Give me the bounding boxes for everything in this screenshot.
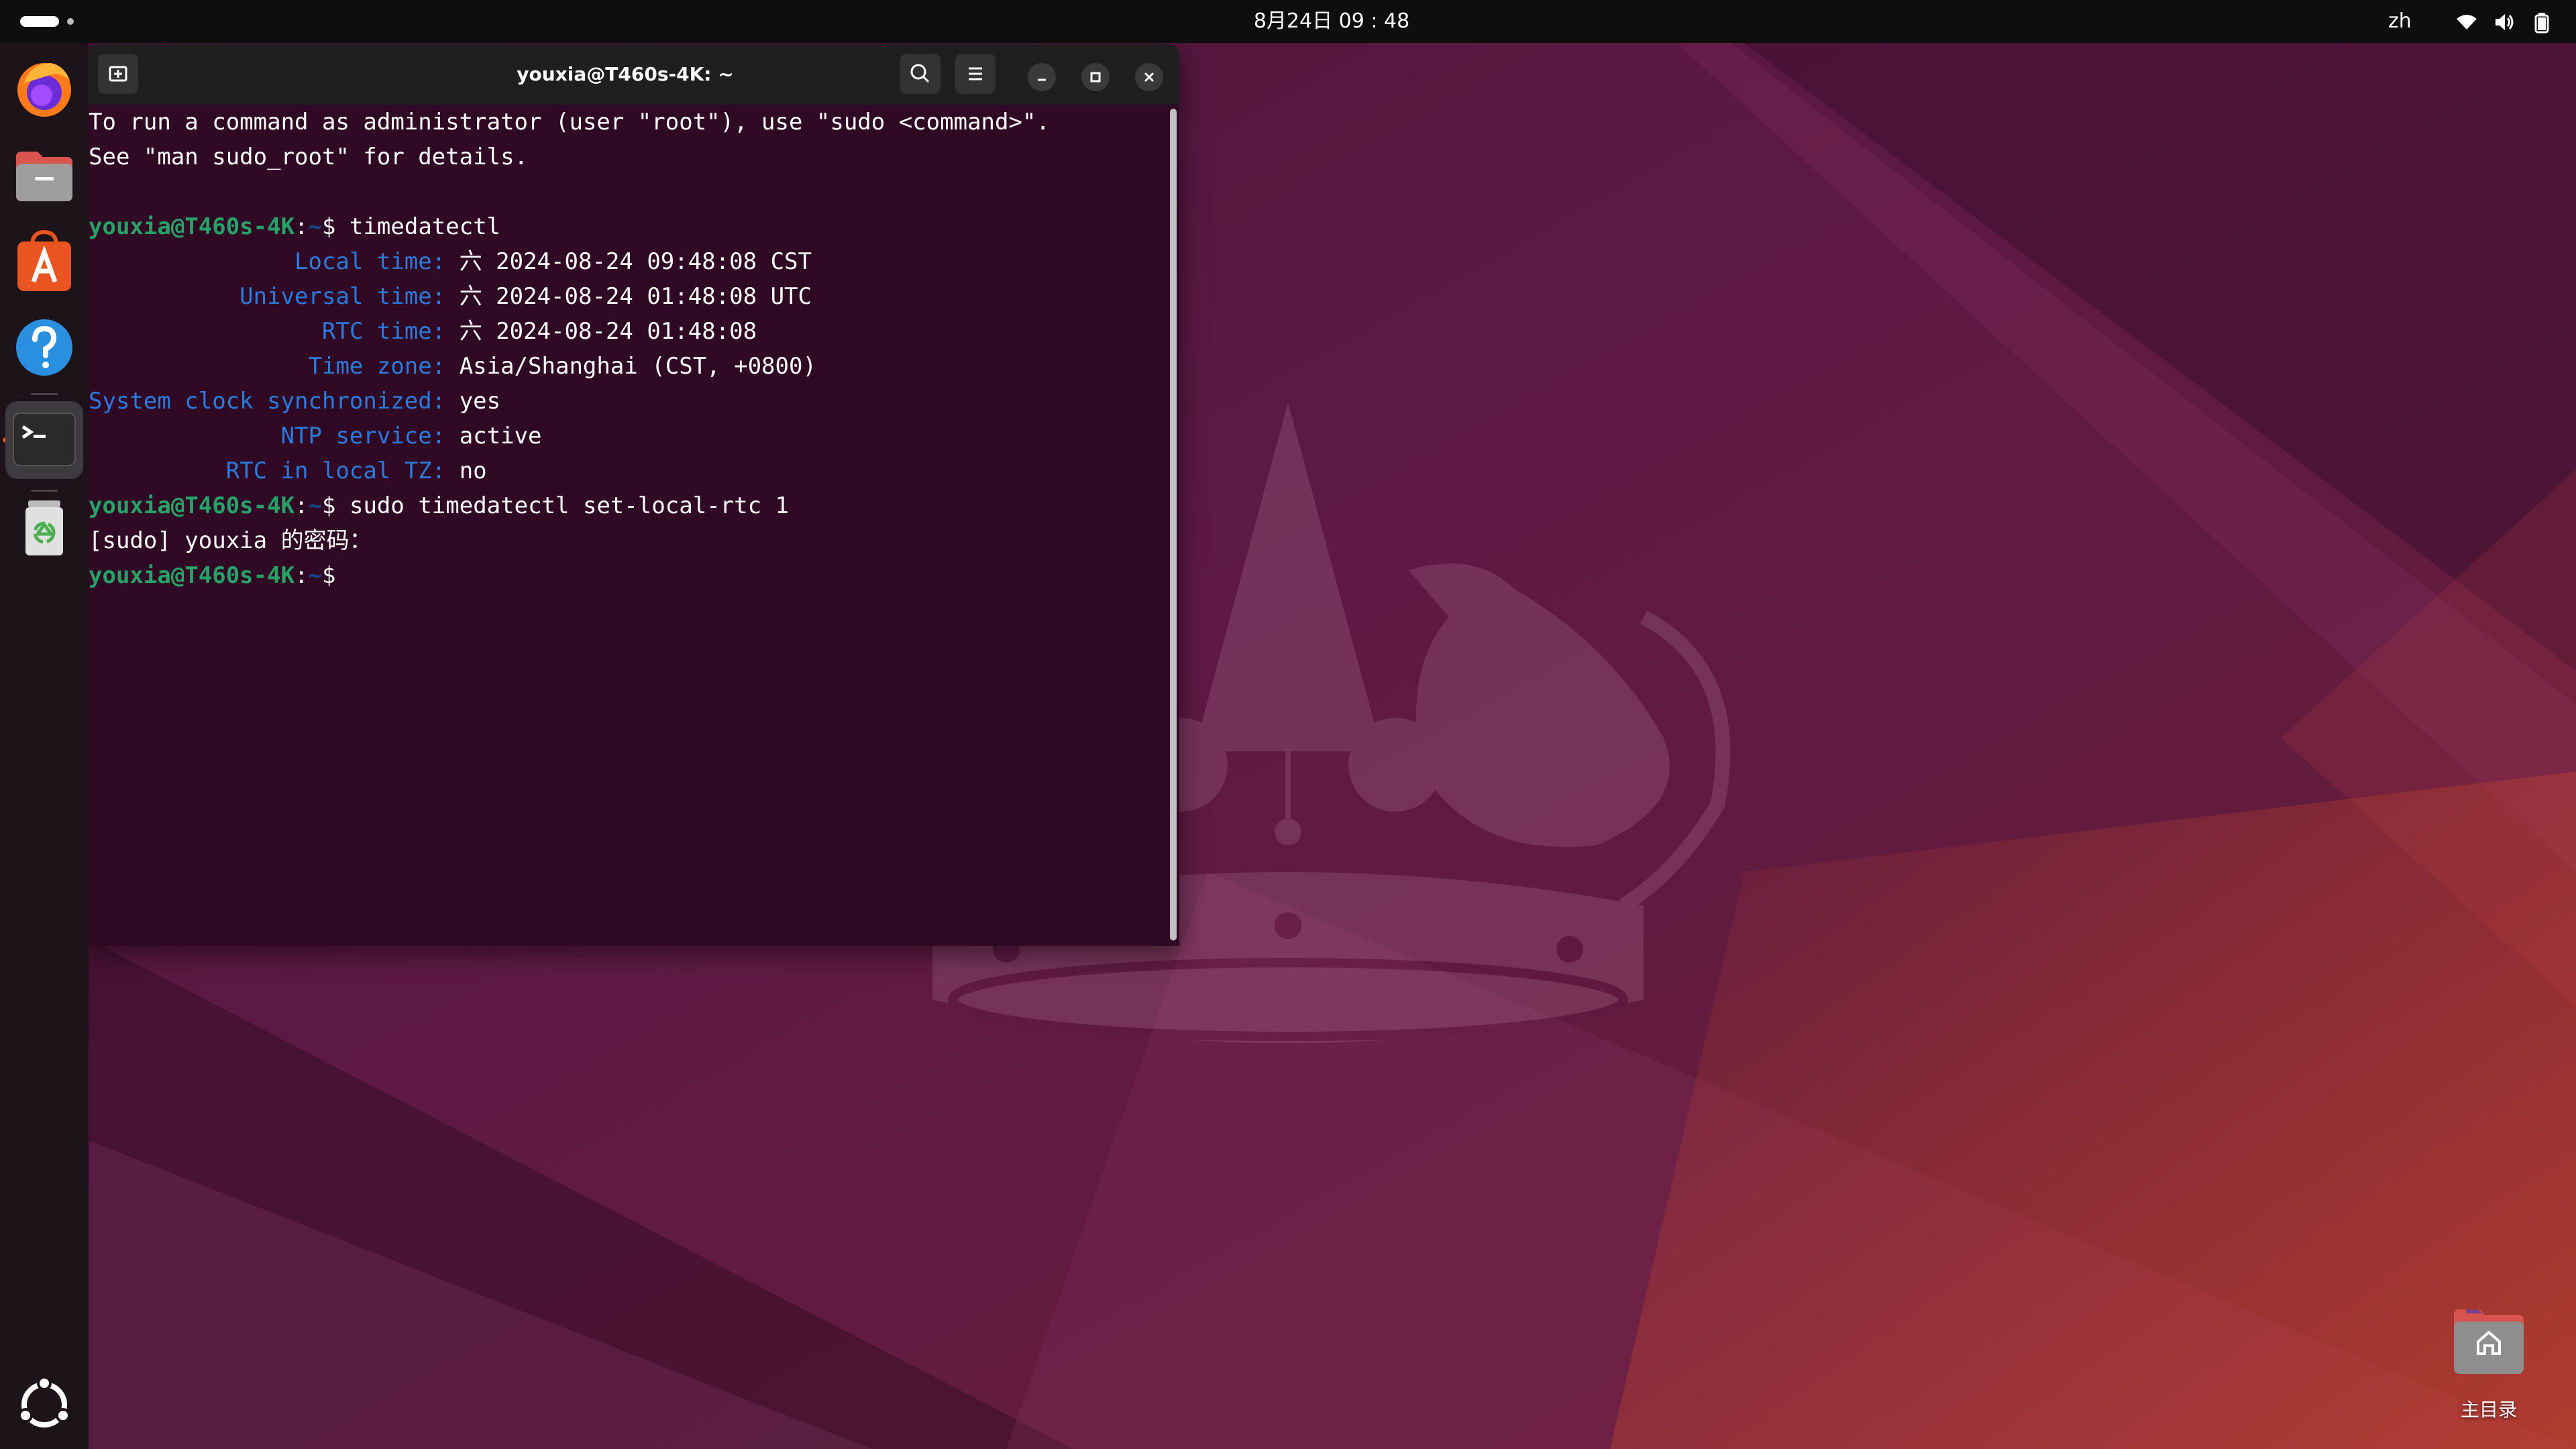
dock-separator <box>31 490 58 492</box>
prompt-line: youxia@T460s-4K:~$ timedatectl <box>89 213 501 240</box>
terminal-icon <box>13 413 76 466</box>
prompt-path: ~ <box>308 562 323 589</box>
dock-separator <box>31 393 58 395</box>
close-icon <box>1144 72 1155 83</box>
minimize-icon <box>1038 78 1046 81</box>
search-button[interactable] <box>900 54 941 94</box>
prompt-user-host: youxia@T460s-4K <box>89 213 295 240</box>
timedatectl-row: System clock synchronized: yes <box>89 388 501 415</box>
sudo-password-prompt: [sudo] youxia 的密码： <box>89 527 372 554</box>
top-bar: 8月24日 09 : 48 zh <box>0 0 2576 43</box>
dock-firefox[interactable] <box>11 56 78 123</box>
window-title: youxia@T460s-4K: ~ <box>517 63 734 85</box>
prompt-line: youxia@T460s-4K:~$ sudo timedatectl set-… <box>89 492 790 519</box>
prompt-symbol: $ <box>322 213 336 240</box>
dock-trash[interactable] <box>11 494 78 561</box>
volume-icon[interactable] <box>2493 11 2516 34</box>
field-label: Local time <box>294 248 432 275</box>
timedatectl-row: Local time: 六 2024-08-24 09:48:08 CST <box>294 248 812 275</box>
maximize-button[interactable] <box>1081 63 1110 91</box>
field-value: Asia/Shanghai (CST, +0800) <box>459 353 816 380</box>
terminal-window[interactable]: youxia@T460s-4K: ~ To run a command as a… <box>89 44 1179 946</box>
field-label: RTC time <box>322 318 432 345</box>
timedatectl-row: RTC in local TZ: no <box>225 458 487 484</box>
prompt-user-host: youxia@T460s-4K <box>89 562 295 589</box>
dock-help[interactable] <box>11 314 78 381</box>
trash-icon <box>25 500 63 555</box>
field-label: NTP service <box>280 423 432 449</box>
timedatectl-row: Time zone: Asia/Shanghai (CST, +0800) <box>308 353 816 380</box>
prompt-user-host: youxia@T460s-4K <box>89 492 295 519</box>
workspace-pill-active <box>20 16 59 27</box>
dock <box>0 43 89 1449</box>
field-label: Time zone <box>308 353 432 380</box>
home-folder-icon <box>2454 1309 2524 1374</box>
field-label: Universal time <box>239 283 432 310</box>
workspace-dot <box>67 18 74 25</box>
terminal-header-bar[interactable]: youxia@T460s-4K: ~ <box>89 44 1179 105</box>
search-icon <box>910 64 930 83</box>
battery-icon[interactable] <box>2530 11 2553 34</box>
dock-files[interactable] <box>11 142 78 209</box>
field-value: yes <box>459 388 501 415</box>
timedatectl-row: NTP service: active <box>280 423 542 449</box>
app-center-icon <box>17 229 71 291</box>
menu-icon <box>969 67 982 80</box>
new-tab-icon <box>109 66 127 82</box>
wifi-icon[interactable] <box>2455 11 2478 34</box>
field-label: RTC in local TZ <box>225 458 432 484</box>
prompt-path: ~ <box>308 492 323 519</box>
new-tab-button[interactable] <box>98 54 138 94</box>
terminal-output[interactable]: To run a command as administrator (user … <box>89 105 1169 946</box>
command-text: sudo timedatectl set-local-rtc 1 <box>349 492 790 519</box>
command-text: timedatectl <box>349 213 501 240</box>
help-icon <box>16 319 72 376</box>
prompt-symbol: $ <box>322 492 336 519</box>
prompt-symbol: $ <box>322 562 336 589</box>
field-value: 六 2024-08-24 09:48:08 CST <box>459 248 812 275</box>
files-icon <box>16 152 72 201</box>
field-value: 六 2024-08-24 01:48:08 UTC <box>459 283 812 310</box>
minimize-button[interactable] <box>1028 63 1056 91</box>
timedatectl-row: Universal time: 六 2024-08-24 01:48:08 UT… <box>239 283 812 310</box>
prompt-line[interactable]: youxia@T460s-4K:~$ <box>89 558 1169 593</box>
input-method-indicator[interactable]: zh <box>2388 0 2412 43</box>
firefox-icon <box>17 63 71 117</box>
ubuntu-logo-icon <box>18 1376 70 1428</box>
home-folder-label: 主目录 <box>2460 1399 2517 1421</box>
intro-line: To run a command as administrator (user … <box>89 109 1050 136</box>
dock-app-center[interactable] <box>11 228 78 295</box>
maximize-icon <box>1090 72 1101 83</box>
field-value: 六 2024-08-24 01:48:08 <box>459 318 757 345</box>
dock-terminal[interactable] <box>5 401 83 479</box>
terminal-scrollbar[interactable] <box>1170 109 1177 941</box>
menu-button[interactable] <box>955 54 996 94</box>
field-value: no <box>459 458 487 484</box>
intro-line: See "man sudo_root" for details. <box>89 144 529 170</box>
field-label: System clock synchronized <box>89 388 432 415</box>
timedatectl-row: RTC time: 六 2024-08-24 01:48:08 <box>322 318 757 345</box>
field-value: active <box>459 423 542 449</box>
desktop-home-folder[interactable]: 主目录 <box>2435 1301 2542 1422</box>
prompt-path: ~ <box>308 213 323 240</box>
clock[interactable]: 8月24日 09 : 48 <box>1221 0 1442 43</box>
close-button[interactable] <box>1135 63 1163 91</box>
show-apps-button[interactable] <box>11 1371 78 1438</box>
